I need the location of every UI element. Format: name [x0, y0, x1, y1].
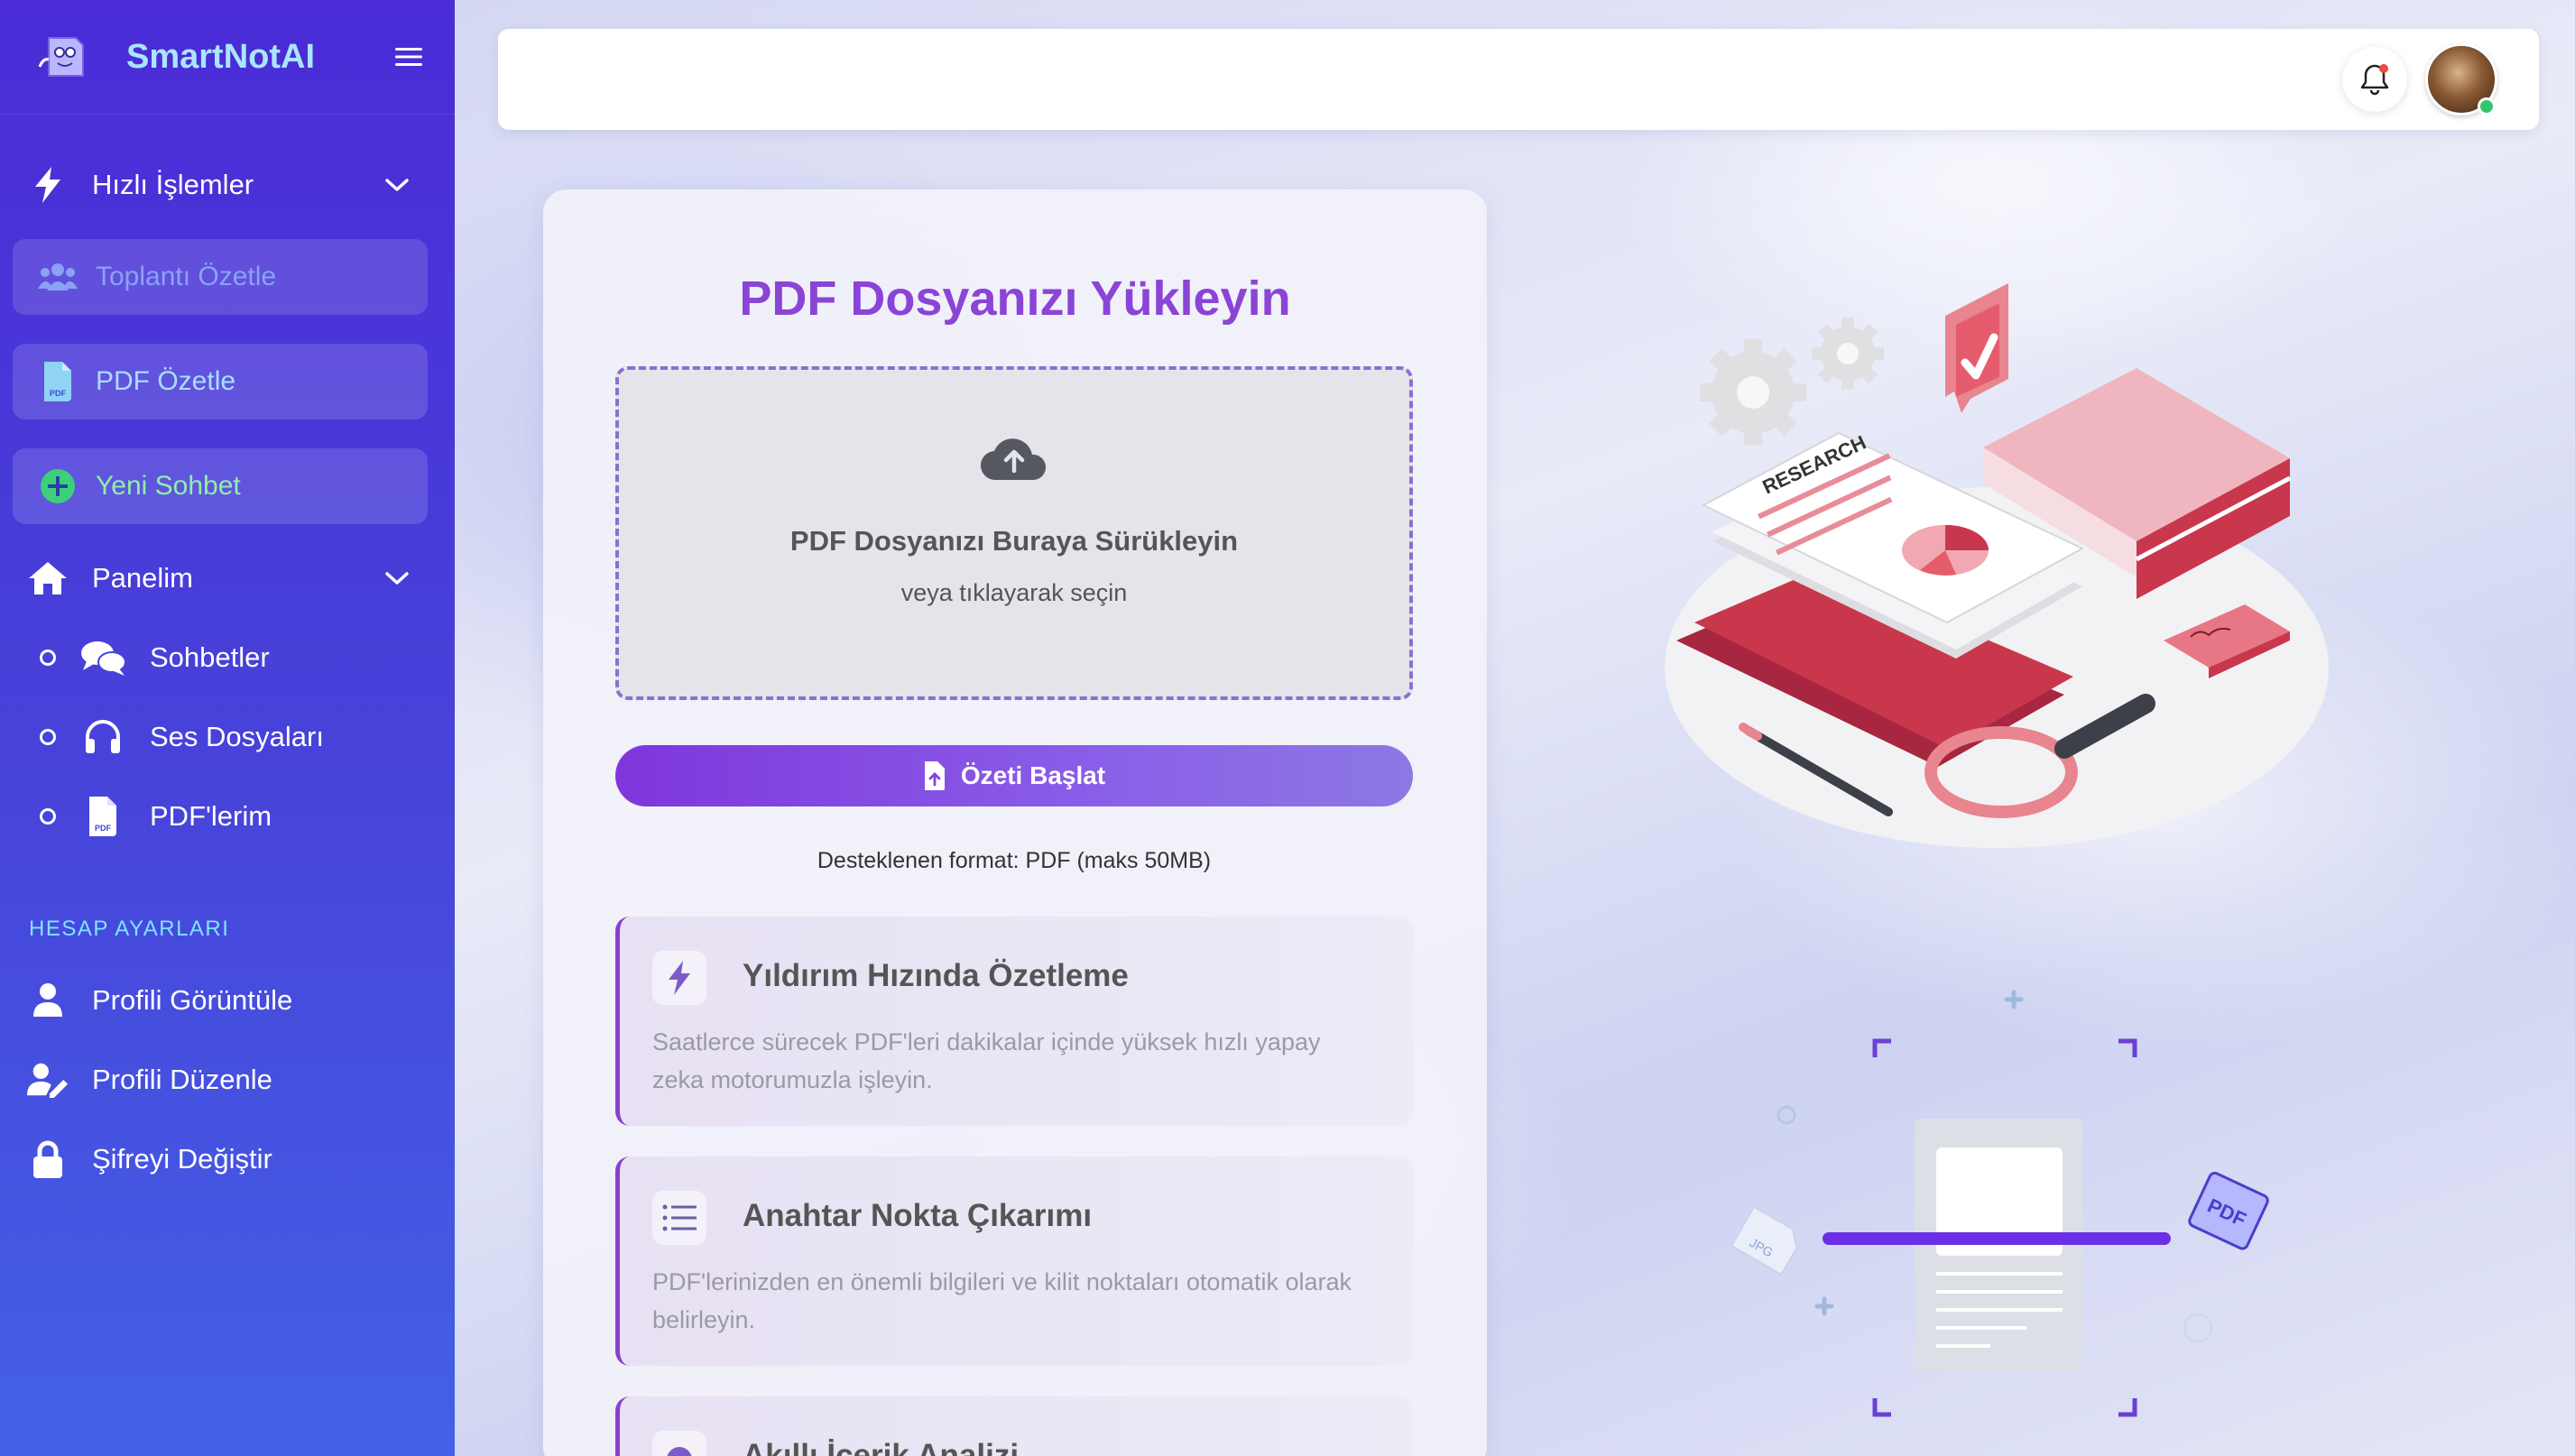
sidebar-item-audio-files[interactable]: Ses Dosyaları — [0, 705, 455, 769]
user-edit-icon — [27, 1059, 69, 1101]
pill-meeting-summary-label: Toplantı Özetle — [96, 262, 277, 291]
nav-quick-actions[interactable]: Hızlı İşlemler — [0, 153, 455, 217]
jpg-tag-icon: JPG — [1730, 1205, 1798, 1276]
pill-meeting-summary[interactable]: Toplantı Özetle — [13, 239, 428, 315]
lock-icon — [27, 1138, 69, 1180]
feature-title: Yıldırım Hızında Özetleme — [743, 958, 1129, 993]
comments-icon — [79, 637, 126, 678]
user-icon — [27, 980, 69, 1021]
gear-icon — [1700, 339, 1806, 446]
nav-edit-profile[interactable]: Profili Düzenle — [0, 1048, 455, 1111]
nav-quick-actions-label: Hızlı İşlemler — [92, 169, 254, 200]
nav-view-profile[interactable]: Profili Görüntüle — [0, 969, 455, 1032]
bullet-circle-icon — [40, 650, 56, 666]
pdf-tag-icon: PDF — [2188, 1171, 2269, 1250]
pie-chart-icon — [1902, 525, 1989, 576]
pdf-file-icon: PDF — [38, 362, 78, 401]
chevron-down-icon[interactable] — [384, 569, 410, 587]
nav-dashboard[interactable]: Panelim — [0, 547, 455, 610]
scan-document-illustration: PDF JPG — [1730, 990, 2269, 1417]
cloud-upload-icon — [980, 438, 1047, 481]
bell-icon — [2360, 64, 2389, 96]
research-documents-illustration: RESEARCH — [1665, 283, 2329, 848]
notifications-button[interactable] — [2342, 47, 2407, 112]
brain-icon — [652, 1431, 706, 1456]
online-status-indicator — [2478, 97, 2496, 115]
chevron-down-icon[interactable] — [384, 176, 410, 194]
plus-circle-icon — [38, 466, 78, 506]
nav-change-password[interactable]: Şifreyi Değiştir — [0, 1128, 455, 1191]
file-upload-icon — [924, 761, 945, 790]
nav-edit-profile-label: Profili Düzenle — [92, 1064, 272, 1095]
sidebar-item-chats[interactable]: Sohbetler — [0, 626, 455, 689]
feature-card-fast-summary: Yıldırım Hızında Özetleme Saatlerce süre… — [615, 917, 1413, 1126]
account-settings-heading: HESAP AYARLARI — [29, 917, 230, 941]
dropzone-subtitle: veya tıklayarak seçin — [900, 579, 1128, 606]
feature-card-smart-analysis: Akıllı İçerik Analizi — [615, 1396, 1413, 1456]
feature-description: PDF'lerinizden en önemli bilgileri ve ki… — [652, 1268, 1352, 1333]
hamburger-menu-icon[interactable] — [395, 46, 422, 68]
list-icon — [652, 1191, 706, 1245]
app-logo-icon — [38, 37, 84, 77]
pill-new-chat[interactable]: Yeni Sohbet — [13, 448, 428, 524]
supported-format-note: Desteklenen format: PDF (maks 50MB) — [817, 848, 1212, 873]
lightning-icon — [27, 164, 69, 206]
lightning-icon — [652, 951, 706, 1005]
sidebar-item-chats-label: Sohbetler — [150, 641, 270, 673]
sidebar: SmartNotAI Hızlı İşlemler Toplantı Özetl… — [0, 0, 455, 1456]
sidebar-item-my-pdfs-label: PDF'lerim — [150, 800, 272, 832]
sidebar-item-audio-files-label: Ses Dosyaları — [150, 721, 324, 752]
svg-text:PDF: PDF — [50, 389, 67, 398]
upload-title: PDF Dosyanızı Yükleyin — [739, 272, 1291, 326]
feature-card-key-points: Anahtar Nokta Çıkarımı PDF'lerinizden en… — [615, 1157, 1413, 1366]
pill-pdf-summary-label: PDF Özetle — [96, 366, 236, 396]
feature-title: Anahtar Nokta Çıkarımı — [743, 1198, 1093, 1233]
brand-header: SmartNotAI — [0, 0, 455, 115]
bullet-circle-icon — [40, 808, 56, 825]
nav-change-password-label: Şifreyi Değiştir — [92, 1143, 272, 1175]
feature-description: Saatlerce sürecek PDF'leri dakikalar içi… — [652, 1028, 1321, 1093]
headphones-icon — [79, 716, 126, 758]
feature-title: Akıllı İçerik Analizi — [743, 1438, 1020, 1456]
pill-new-chat-label: Yeni Sohbet — [96, 471, 241, 501]
gear-icon — [1812, 318, 1884, 390]
start-summary-button[interactable]: Özeti Başlat — [615, 745, 1413, 806]
bullet-circle-icon — [40, 729, 56, 745]
pill-pdf-summary[interactable]: PDF PDF Özetle — [13, 344, 428, 419]
start-summary-label: Özeti Başlat — [960, 761, 1106, 789]
top-navbar — [498, 29, 2539, 130]
users-icon — [38, 257, 78, 297]
home-icon — [27, 558, 69, 599]
dropzone-title: PDF Dosyanızı Buraya Sürükleyin — [789, 525, 1239, 557]
nav-dashboard-label: Panelim — [92, 562, 193, 594]
checkmark-badge-icon — [1945, 283, 2008, 413]
sidebar-item-my-pdfs[interactable]: PDF PDF'lerim — [0, 785, 455, 848]
svg-text:PDF: PDF — [95, 824, 112, 833]
nav-view-profile-label: Profili Görüntüle — [92, 984, 293, 1016]
brand-name: SmartNotAI — [126, 37, 316, 76]
pdf-file-icon: PDF — [79, 796, 126, 837]
